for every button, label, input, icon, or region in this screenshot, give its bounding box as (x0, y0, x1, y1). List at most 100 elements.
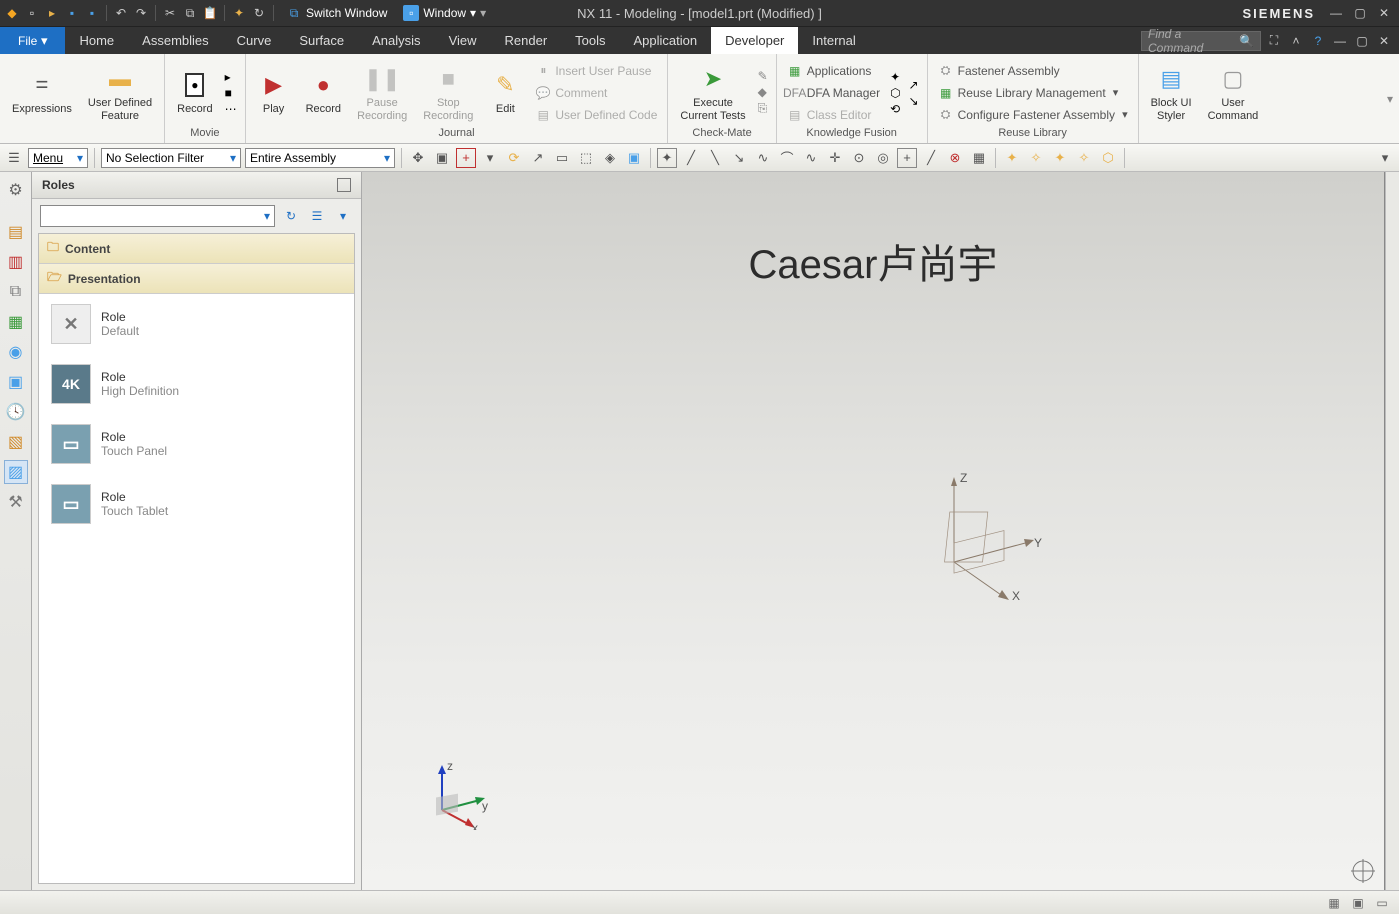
roles-search-input[interactable]: ▾ (40, 205, 275, 227)
role-item-touch-tablet[interactable]: ▭ RoleTouch Tablet (39, 474, 354, 534)
view-tool-1[interactable]: ✦ (1002, 148, 1022, 168)
rail-constraints-icon[interactable]: ▥ (4, 250, 28, 274)
child-close-icon[interactable]: ✕ (1375, 32, 1393, 50)
tab-application[interactable]: Application (620, 27, 712, 54)
rail-system-icon[interactable]: ⚒ (4, 490, 28, 514)
kf-icon5[interactable]: ↘ (909, 94, 919, 108)
config-fastener-button[interactable]: ⛭Configure Fastener Assembly ▾ (936, 105, 1130, 125)
cm-icon3[interactable]: ⎘ (758, 101, 768, 116)
edit-journal-button[interactable]: ✎ Edit (485, 67, 525, 117)
find-command-input[interactable]: Find a Command 🔍 (1141, 31, 1261, 51)
tab-curve[interactable]: Curve (223, 27, 286, 54)
graphics-canvas[interactable]: Caesar卢尚宇 Z Y X z y x (362, 172, 1385, 890)
movie-settings-icon[interactable]: ▸ (225, 70, 237, 84)
menu-dropdown[interactable]: Menu▾ (28, 148, 88, 168)
list-view-icon[interactable]: ☰ (307, 206, 327, 226)
close-button[interactable]: ✕ (1373, 4, 1395, 22)
status-render-icon[interactable]: ▣ (1349, 894, 1367, 912)
snap-tool-11[interactable]: + (897, 148, 917, 168)
paste-icon[interactable]: 📋 (202, 5, 218, 21)
ribbon-overflow-icon[interactable]: ▾ (1381, 54, 1399, 143)
cm-icon1[interactable]: ✎ (758, 69, 768, 83)
new-icon[interactable]: ▫ (24, 5, 40, 21)
tab-analysis[interactable]: Analysis (358, 27, 434, 54)
toolbar-overflow-icon[interactable]: ▾ (1375, 148, 1395, 168)
tab-home[interactable]: Home (65, 27, 128, 54)
touch-icon[interactable]: ✦ (231, 5, 247, 21)
minimize-button[interactable]: — (1325, 4, 1347, 22)
view-tool-2[interactable]: ✧ (1026, 148, 1046, 168)
expressions-button[interactable]: = Expressions (8, 67, 76, 117)
status-info-icon[interactable]: ▭ (1373, 894, 1391, 912)
snap-tool-5[interactable]: ∿ (753, 148, 773, 168)
snap-tool-10[interactable]: ◎ (873, 148, 893, 168)
cm-icon2[interactable]: ◆ (758, 85, 768, 99)
kf-icon1[interactable]: ✦ (890, 70, 900, 84)
cut-icon[interactable]: ✂ (162, 5, 178, 21)
sel-tool-3[interactable]: + (456, 148, 476, 168)
sel-tool-8[interactable]: ⬚ (576, 148, 596, 168)
block-ui-styler-button[interactable]: ▤ Block UI Styler (1147, 61, 1196, 123)
maximize-button[interactable]: ▢ (1349, 4, 1371, 22)
view-tool-5[interactable]: ⬡ (1098, 148, 1118, 168)
child-restore-icon[interactable]: ▢ (1353, 32, 1371, 50)
sel-tool-5[interactable]: ⟳ (504, 148, 524, 168)
role-item-hd[interactable]: 4K RoleHigh Definition (39, 354, 354, 414)
role-item-touch-panel[interactable]: ▭ RoleTouch Panel (39, 414, 354, 474)
redo-icon[interactable]: ↷ (133, 5, 149, 21)
rail-browser-icon[interactable]: ▣ (4, 370, 28, 394)
save-icon[interactable]: ▪ (64, 5, 80, 21)
tab-view[interactable]: View (435, 27, 491, 54)
options-dropdown-icon[interactable]: ▾ (333, 206, 353, 226)
snap-tool-7[interactable]: ∿ (801, 148, 821, 168)
collapse-ribbon-icon[interactable]: ˄ (1287, 32, 1305, 50)
snap-tool-9[interactable]: ⊙ (849, 148, 869, 168)
roles-section-content[interactable]: 🗀Content (39, 234, 354, 264)
sel-tool-6[interactable]: ↗ (528, 148, 548, 168)
view-tool-3[interactable]: ✦ (1050, 148, 1070, 168)
tab-assemblies[interactable]: Assemblies (128, 27, 222, 54)
rail-process-icon[interactable]: ▧ (4, 430, 28, 454)
view-tool-4[interactable]: ✧ (1074, 148, 1094, 168)
settings-icon[interactable]: ⚙ (4, 178, 28, 202)
snap-tool-3[interactable]: ╲ (705, 148, 725, 168)
execute-tests-button[interactable]: ➤ Execute Current Tests (676, 61, 749, 123)
record-movie-button[interactable]: ● Record (173, 67, 216, 117)
tab-developer[interactable]: Developer (711, 27, 798, 54)
rail-history-icon[interactable]: 🕓 (4, 400, 28, 424)
menu-icon[interactable]: ☰ (4, 148, 24, 168)
snap-tool-8[interactable]: ✛ (825, 148, 845, 168)
roles-section-presentation[interactable]: 🗁Presentation (39, 264, 354, 294)
movie-stop-icon[interactable]: ■ (225, 86, 237, 100)
status-grid-icon[interactable]: ▦ (1325, 894, 1343, 912)
sel-tool-7[interactable]: ▭ (552, 148, 572, 168)
tab-internal[interactable]: Internal (798, 27, 869, 54)
rail-assembly-nav-icon[interactable]: ▤ (4, 220, 28, 244)
window-dropdown[interactable]: ▫ Window ▾ ▾ (397, 3, 492, 23)
kf-applications-button[interactable]: ▦Applications (785, 61, 882, 81)
rail-roles-icon[interactable]: ▨ (4, 460, 28, 484)
unpin-icon[interactable] (337, 178, 351, 192)
child-minimize-icon[interactable]: — (1331, 32, 1349, 50)
snap-tool-4[interactable]: ↘ (729, 148, 749, 168)
tab-render[interactable]: Render (491, 27, 562, 54)
kf-icon4[interactable]: ↗ (909, 78, 919, 92)
sel-tool-9[interactable]: ◈ (600, 148, 620, 168)
snap-tool-14[interactable]: ▦ (969, 148, 989, 168)
user-defined-feature-button[interactable]: ▬ User Defined Feature (84, 61, 156, 123)
kf-icon2[interactable]: ⬡ (890, 86, 900, 100)
rail-part-nav-icon[interactable]: ⧉ (4, 280, 28, 304)
refresh-icon[interactable]: ↻ (281, 206, 301, 226)
snap-tool-13[interactable]: ⊗ (945, 148, 965, 168)
selection-scope-dropdown[interactable]: Entire Assembly▾ (245, 148, 395, 168)
save-all-icon[interactable]: ▪ (84, 5, 100, 21)
sel-tool-2[interactable]: ▣ (432, 148, 452, 168)
reuse-lib-mgmt-button[interactable]: ▦Reuse Library Management ▾ (936, 83, 1130, 103)
undo-icon[interactable]: ↶ (113, 5, 129, 21)
record-journal-button[interactable]: ● Record (302, 67, 345, 117)
snap-tool-6[interactable]: ⌒ (777, 148, 797, 168)
open-icon[interactable]: ▸ (44, 5, 60, 21)
repeat-icon[interactable]: ↻ (251, 5, 267, 21)
sel-tool-4[interactable]: ▾ (480, 148, 500, 168)
fastener-assembly-button[interactable]: ⛭Fastener Assembly (936, 61, 1130, 81)
